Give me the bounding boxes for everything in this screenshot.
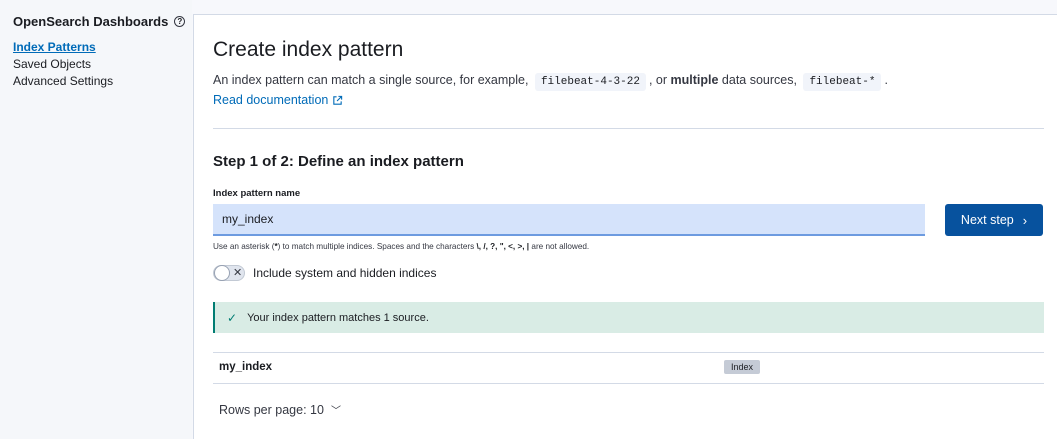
section-divider	[213, 128, 1044, 129]
page-description: An index pattern can match a single sour…	[213, 73, 888, 91]
main-panel: Create index pattern An index pattern ca…	[193, 14, 1057, 439]
sidebar-item-saved-objects[interactable]: Saved Objects	[13, 56, 192, 73]
hint-text-3: are not allowed.	[531, 242, 590, 251]
read-documentation-link[interactable]: Read documentation	[213, 93, 343, 107]
sidebar-title: OpenSearch Dashboards ?	[13, 14, 192, 29]
sidebar: OpenSearch Dashboards ? Index Patterns S…	[0, 0, 192, 439]
desc-text-2: , or	[648, 73, 668, 87]
read-documentation-label: Read documentation	[213, 93, 329, 107]
example-code-single: filebeat-4-3-22	[534, 73, 646, 91]
desc-text-4: .	[884, 73, 888, 87]
chevron-right-icon: ›	[1022, 212, 1028, 228]
page: OpenSearch Dashboards ? Index Patterns S…	[0, 0, 1057, 439]
callout-text: Your index pattern matches 1 source.	[247, 311, 429, 324]
sidebar-title-text: OpenSearch Dashboards	[13, 14, 169, 29]
switch-knob	[214, 265, 230, 281]
input-help-text: Use an asterisk (*) to match multiple in…	[213, 242, 589, 251]
external-link-icon	[333, 95, 343, 105]
example-code-multiple: filebeat-*	[803, 73, 882, 91]
check-icon: ✓	[227, 310, 238, 325]
help-icon[interactable]: ?	[174, 16, 186, 27]
desc-text-3: data sources,	[721, 73, 797, 87]
step-title: Step 1 of 2: Define an index pattern	[213, 153, 464, 170]
hint-forbidden-chars: \, /, ?, ", <, >, |	[476, 242, 530, 251]
chevron-down-icon: ﹀	[330, 406, 341, 417]
cross-icon: ✕	[233, 267, 243, 279]
table-top-border	[213, 352, 1044, 353]
desc-bold-multiple: multiple	[670, 73, 719, 87]
hint-text-2: ) to match multiple indices. Spaces and …	[277, 242, 475, 251]
hidden-indices-switch[interactable]: ✕	[213, 265, 245, 281]
next-step-button[interactable]: Next step ›	[945, 204, 1043, 236]
index-pattern-input[interactable]	[213, 204, 925, 236]
table-row-index-name: my_index	[219, 361, 273, 373]
hint-text-1: Use an asterisk (	[213, 242, 275, 251]
rows-per-page-button[interactable]: Rows per page: 10 ﹀	[219, 402, 341, 418]
index-pattern-name-label: Index pattern name	[213, 188, 301, 199]
next-step-label: Next step	[960, 213, 1014, 227]
sidebar-item-advanced-settings[interactable]: Advanced Settings	[13, 73, 192, 90]
index-badge: Index	[724, 360, 761, 374]
page-title: Create index pattern	[213, 38, 404, 61]
rows-per-page-label: Rows per page: 10	[219, 402, 324, 417]
hidden-indices-label: Include system and hidden indices	[253, 266, 437, 280]
hidden-indices-toggle-row: ✕ Include system and hidden indices	[213, 265, 436, 281]
success-callout: ✓ Your index pattern matches 1 source.	[213, 302, 1044, 333]
desc-text-1: An index pattern can match a single sour…	[213, 73, 529, 87]
sidebar-item-index-patterns[interactable]: Index Patterns	[13, 39, 192, 56]
table-bottom-border	[213, 383, 1044, 384]
